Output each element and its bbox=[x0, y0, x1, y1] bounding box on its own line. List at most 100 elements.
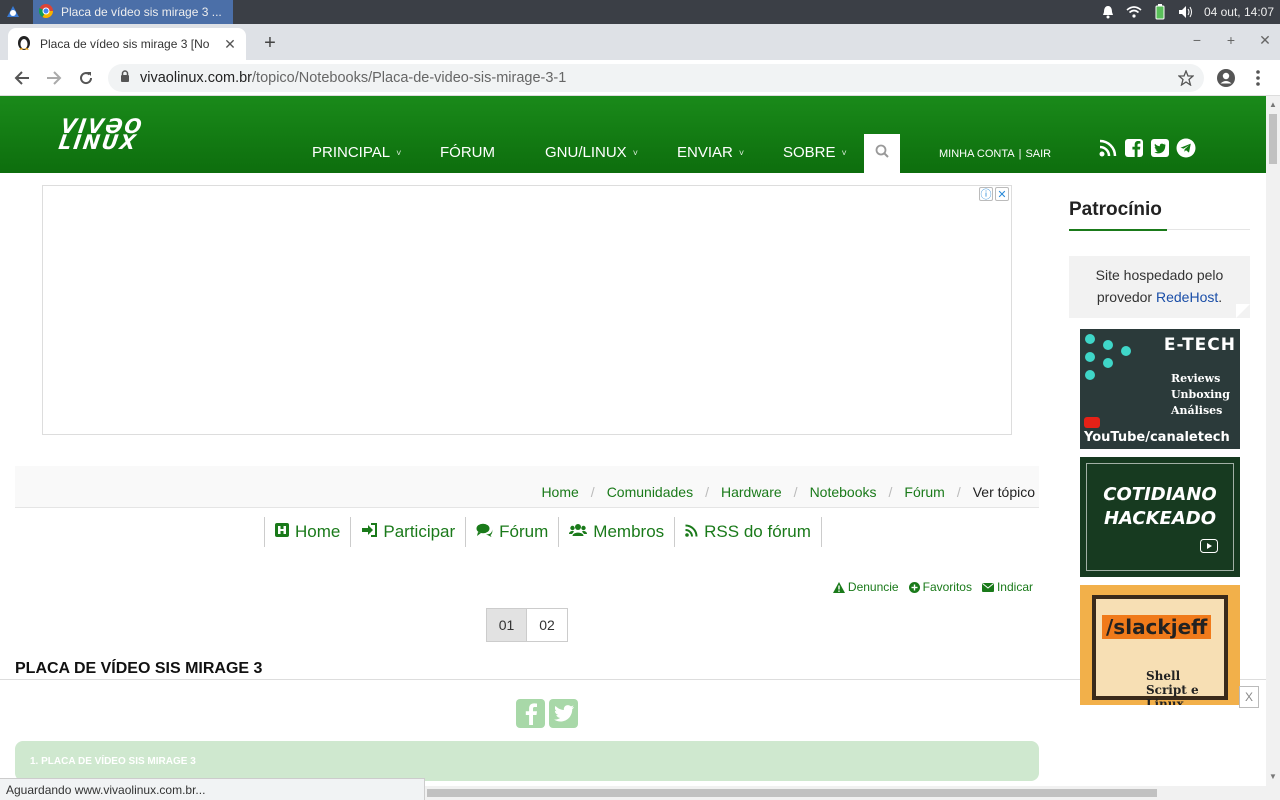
scrollbar-thumb[interactable] bbox=[1269, 114, 1277, 164]
taskbar-window-chrome[interactable]: Placa de vídeo sis mirage 3 ... bbox=[33, 0, 233, 24]
sign-in-icon bbox=[361, 522, 378, 542]
home-square-icon bbox=[275, 522, 289, 542]
maximize-icon[interactable]: + bbox=[1224, 32, 1238, 49]
forum-nav-forum[interactable]: Fórum bbox=[465, 517, 558, 547]
breadcrumb-notebooks[interactable]: Notebooks bbox=[810, 484, 877, 500]
nav-enviar[interactable]: ENVIAR ˅ bbox=[677, 144, 783, 161]
recommend-label: Indicar bbox=[996, 580, 1033, 594]
scroll-down-icon[interactable]: ▼ bbox=[1269, 772, 1277, 781]
profile-avatar-icon[interactable] bbox=[1216, 68, 1236, 88]
forum-nav-membros[interactable]: Membros bbox=[558, 517, 674, 547]
start-menu-icon[interactable] bbox=[4, 3, 22, 21]
post-header: 1. PLACA DE VÍDEO SIS MIRAGE 3 bbox=[15, 741, 1039, 781]
scroll-up-icon[interactable]: ▲ bbox=[1269, 100, 1277, 109]
new-tab-icon[interactable]: + bbox=[259, 32, 281, 55]
page-link[interactable]: 01 bbox=[486, 608, 527, 642]
chevron-down-icon: ˅ bbox=[841, 147, 847, 158]
rss-icon bbox=[685, 522, 698, 542]
rss-icon[interactable] bbox=[1098, 138, 1118, 158]
nav-gnu-linux[interactable]: GNU/LINUX ˅ bbox=[545, 144, 677, 161]
browser-tab[interactable]: Placa de vídeo sis mirage 3 [No ✕ bbox=[8, 28, 246, 60]
breadcrumb-separator: / bbox=[793, 484, 798, 500]
banner-close-button[interactable]: X bbox=[1239, 686, 1259, 708]
lock-icon[interactable] bbox=[120, 69, 130, 87]
nav-forum[interactable]: FÓRUM bbox=[440, 144, 545, 161]
wifi-icon[interactable] bbox=[1126, 4, 1142, 20]
ad-banner[interactable]: ⓘ ✕ bbox=[42, 185, 1012, 435]
sponsor-banner-cotidiano[interactable]: COTIDIANO HACKEADO bbox=[1080, 457, 1240, 577]
battery-icon[interactable] bbox=[1152, 4, 1168, 20]
nav-label: SOBRE bbox=[783, 144, 836, 161]
forum-nav-participar[interactable]: Participar bbox=[350, 517, 465, 547]
browser-toolbar: vivaolinux.com.br/topico/Notebooks/Placa… bbox=[0, 60, 1280, 96]
os-taskbar: Placa de vídeo sis mirage 3 ... 04 out, … bbox=[0, 0, 1280, 24]
breadcrumb-separator: / bbox=[888, 484, 893, 500]
chevron-down-icon: ˅ bbox=[396, 147, 402, 158]
breadcrumb: Home / Comunidades / Hardware / Notebooks / … bbox=[541, 484, 1035, 500]
hosting-text-end: . bbox=[1218, 289, 1223, 305]
forum-nav-label: Participar bbox=[383, 522, 456, 541]
nav-sobre[interactable]: SOBRE ˅ bbox=[783, 144, 847, 161]
bookmark-star-icon[interactable] bbox=[1177, 69, 1195, 91]
twitter-icon[interactable] bbox=[1150, 138, 1170, 158]
breadcrumb-comunidades[interactable]: Comunidades bbox=[607, 484, 693, 500]
volume-icon[interactable] bbox=[1178, 4, 1194, 20]
telegram-icon[interactable] bbox=[1176, 138, 1196, 158]
banner-channel-text: YouTube/canaletech bbox=[1084, 430, 1230, 445]
breadcrumb-home[interactable]: Home bbox=[541, 484, 578, 500]
twitter-share-icon[interactable] bbox=[549, 699, 578, 728]
tab-title: Placa de vídeo sis mirage 3 [No bbox=[40, 37, 210, 51]
menu-kebab-icon[interactable] bbox=[1248, 68, 1268, 88]
recommend-link[interactable]: Indicar bbox=[981, 580, 1033, 594]
hscrollbar-thumb[interactable] bbox=[427, 789, 1157, 797]
banner-subtitle: Shell Script e Linux bbox=[1146, 669, 1199, 705]
site-logo[interactable]: VIVƏO LINUX bbox=[57, 114, 145, 154]
breadcrumb-current: Ver tópico bbox=[972, 484, 1035, 500]
reload-icon[interactable] bbox=[76, 68, 96, 88]
banner-brand: E-TECH bbox=[1163, 335, 1236, 355]
site-header: VIVƏO LINUX PRINCIPAL ˅ FÓRUM GNU/LINUX ˅ … bbox=[0, 96, 1266, 173]
banner-title: /slackjeff bbox=[1102, 615, 1212, 639]
favorites-link[interactable]: Favoritos bbox=[908, 580, 972, 594]
clock[interactable]: 04 out, 14:07 bbox=[1204, 5, 1274, 19]
facebook-share-icon[interactable] bbox=[516, 699, 545, 728]
bell-icon[interactable] bbox=[1100, 4, 1116, 20]
window-close-icon[interactable]: ✕ bbox=[1258, 32, 1272, 49]
back-icon[interactable] bbox=[12, 68, 32, 88]
taskbar-window-title: Placa de vídeo sis mirage 3 ... bbox=[61, 5, 222, 19]
nav-label: GNU/LINUX bbox=[545, 144, 627, 161]
tab-close-icon[interactable]: ✕ bbox=[222, 36, 238, 53]
redehost-link[interactable]: RedeHost bbox=[1156, 289, 1218, 305]
nav-label: FÓRUM bbox=[440, 144, 495, 161]
report-link[interactable]: Denuncie bbox=[832, 580, 899, 594]
ad-info-icon[interactable]: ⓘ bbox=[979, 187, 993, 201]
ad-close-icon[interactable]: ✕ bbox=[995, 187, 1009, 201]
sponsor-banner-slackjeff[interactable]: /slackjeff Shell Script e Linux bbox=[1080, 585, 1240, 705]
my-account-link[interactable]: MINHA CONTA bbox=[939, 148, 1015, 160]
ad-controls: ⓘ ✕ bbox=[979, 187, 1009, 201]
breadcrumb-hardware[interactable]: Hardware bbox=[721, 484, 782, 500]
logo-line-2: LINUX bbox=[57, 130, 140, 154]
forum-nav-rss[interactable]: RSS do fórum bbox=[674, 517, 822, 547]
forward-icon[interactable] bbox=[44, 68, 64, 88]
facebook-icon[interactable] bbox=[1124, 138, 1144, 158]
breadcrumb-forum[interactable]: Fórum bbox=[904, 484, 944, 500]
breadcrumb-separator: / bbox=[956, 484, 961, 500]
site-search-button[interactable] bbox=[864, 134, 900, 173]
logout-link[interactable]: SAIR bbox=[1025, 148, 1051, 160]
nav-principal[interactable]: PRINCIPAL ˅ bbox=[312, 144, 440, 161]
minimize-icon[interactable]: − bbox=[1190, 32, 1204, 49]
url-text[interactable]: vivaolinux.com.br/topico/Notebooks/Placa… bbox=[140, 70, 566, 86]
chevron-down-icon: ˅ bbox=[738, 147, 745, 158]
horizontal-scrollbar[interactable] bbox=[425, 786, 1280, 800]
banner-line: COTIDIANO bbox=[1103, 484, 1217, 505]
address-bar[interactable]: vivaolinux.com.br/topico/Notebooks/Placa… bbox=[108, 64, 1204, 92]
social-links bbox=[1098, 138, 1196, 158]
url-domain: vivaolinux.com.br bbox=[140, 70, 253, 86]
page-link[interactable]: 02 bbox=[527, 608, 568, 642]
share-icons bbox=[516, 699, 578, 728]
window-controls: − + ✕ bbox=[1190, 32, 1272, 49]
forum-nav-home[interactable]: Home bbox=[264, 517, 350, 547]
sponsor-banner-etech[interactable]: E-TECH Reviews Unboxing Análises YouTube… bbox=[1080, 329, 1240, 449]
vertical-scrollbar[interactable]: ▲ ▼ bbox=[1266, 96, 1280, 786]
